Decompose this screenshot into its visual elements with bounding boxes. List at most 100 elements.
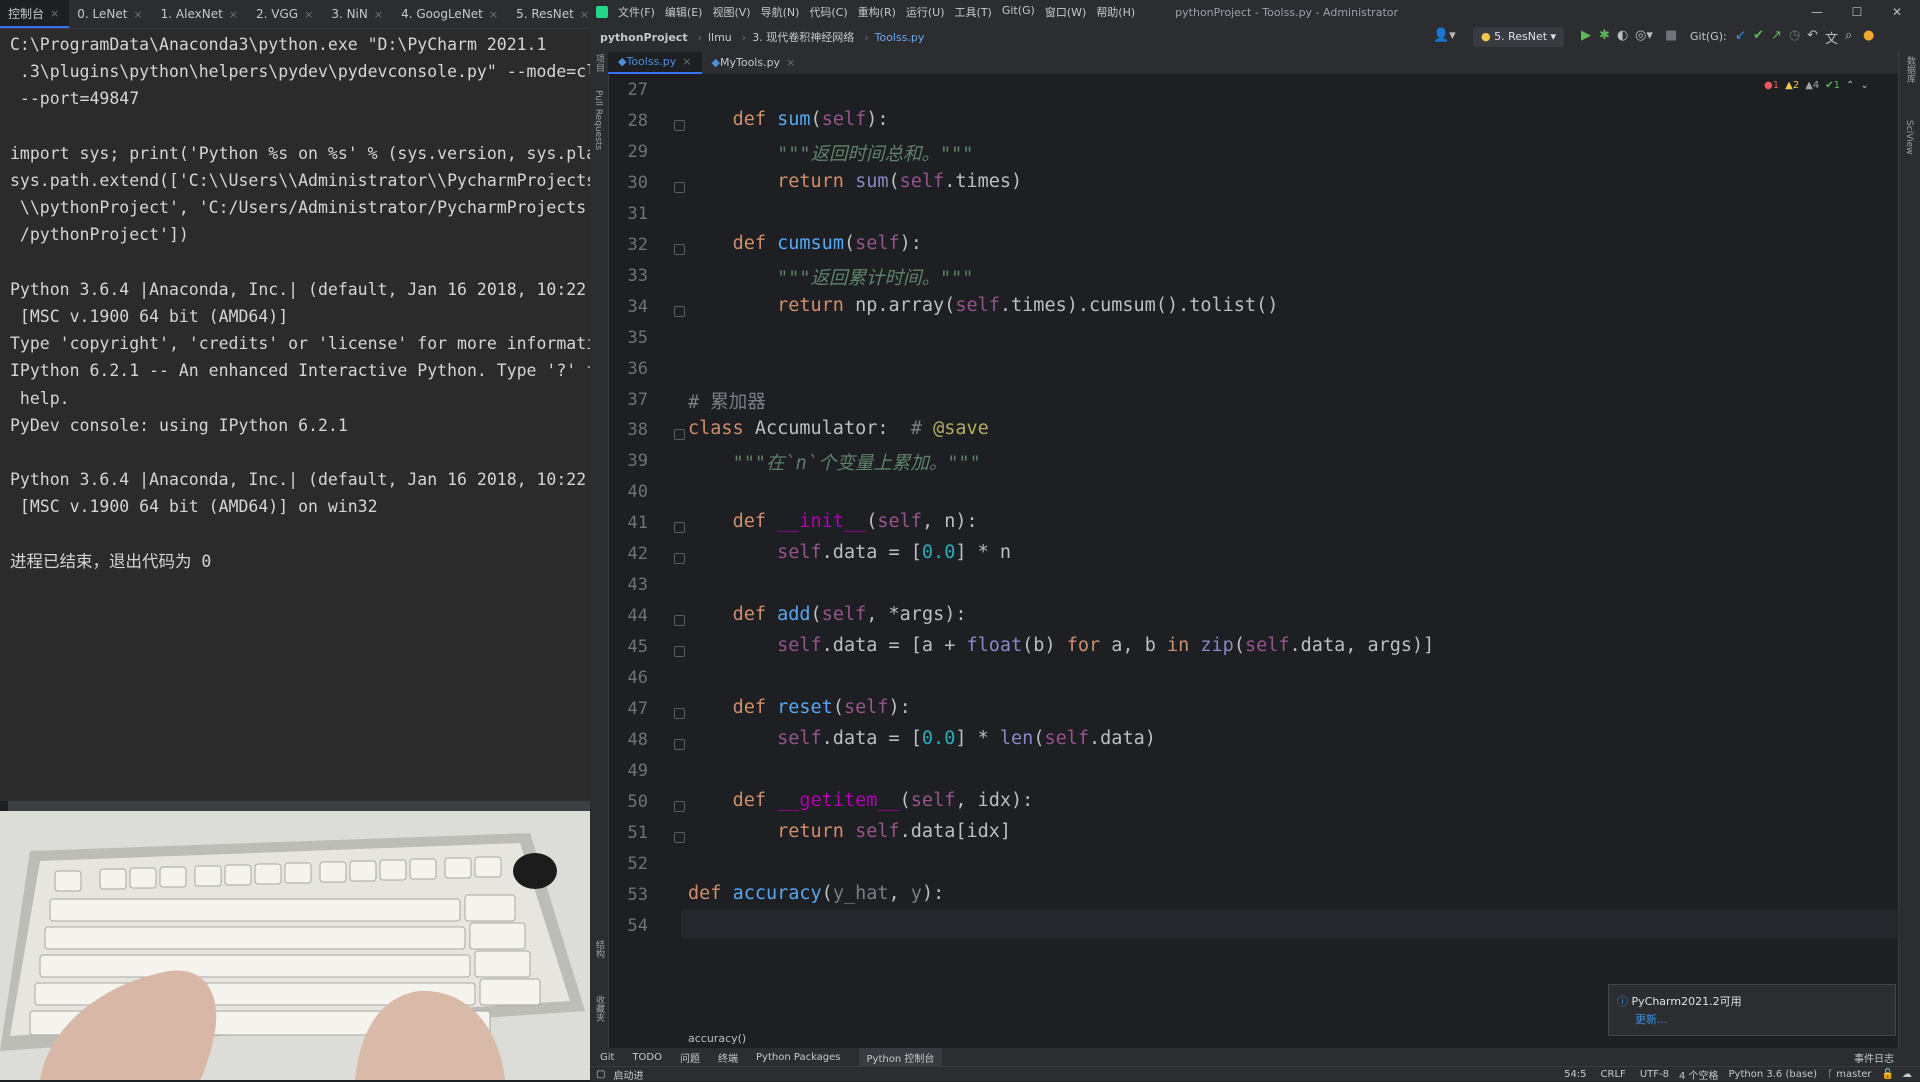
git-push-icon[interactable]: ↗ (1771, 28, 1782, 43)
fold-marker-icon[interactable] (674, 181, 685, 193)
menu-item[interactable]: 视图(V) (712, 4, 750, 20)
menu-item[interactable]: 帮助(H) (1096, 4, 1135, 20)
favorites-tool-label[interactable]: 收藏夹 (593, 995, 606, 1022)
code-line[interactable]: return np.array(self.times).cumsum().tol… (688, 295, 1278, 316)
breadcrumb-item[interactable]: Toolss.py (875, 31, 925, 44)
code-line[interactable]: class Accumulator: # @save (688, 418, 989, 439)
console-tab[interactable]: 4. GoogLeNet × (393, 0, 508, 28)
menu-item[interactable]: 代码(C) (809, 4, 847, 20)
line-separator[interactable]: CRLF (1601, 1069, 1626, 1080)
code-line[interactable]: def __getitem__(self, idx): (688, 790, 1034, 811)
fold-marker-icon[interactable] (674, 429, 685, 441)
fold-marker-icon[interactable] (674, 831, 685, 843)
fold-marker-icon[interactable] (674, 243, 685, 255)
project-tool-label[interactable]: 项目 (593, 54, 606, 72)
fold-marker-icon[interactable] (674, 708, 685, 719)
tool-window-tab[interactable]: 问题 (680, 1050, 700, 1065)
fold-marker-icon[interactable] (674, 738, 685, 750)
chevron-up-icon[interactable]: ⌃ (1846, 80, 1854, 91)
menu-item[interactable]: 窗口(W) (1045, 4, 1086, 20)
code-line[interactable]: def reset(self): (688, 697, 911, 718)
breadcrumb-item[interactable]: 3. 现代卷积神经网络 (752, 29, 854, 45)
code-line[interactable]: """在`n`个变量上累加。""" (688, 449, 981, 475)
code-line[interactable]: def sum(self): (688, 109, 889, 130)
code-line[interactable]: """返回累计时间。""" (688, 264, 973, 290)
code-line[interactable]: return sum(self.times) (688, 171, 1022, 192)
breadcrumb-item[interactable]: llmu (708, 31, 732, 44)
console-tab[interactable]: 3. NiN × (323, 0, 393, 28)
sciview-tool-label[interactable]: SciView (1904, 120, 1914, 155)
breadcrumb-item[interactable]: pythonProject (600, 31, 688, 44)
code-line[interactable] (688, 914, 733, 935)
menu-item[interactable]: 运行(U) (906, 4, 945, 20)
git-commit-icon[interactable]: ✔ (1753, 28, 1764, 43)
code-line[interactable]: # 累加器 (688, 388, 766, 414)
debug-icon[interactable]: ✱ (1599, 28, 1610, 43)
menu-item[interactable]: 工具(T) (955, 4, 992, 20)
translate-icon[interactable]: 文 (1825, 28, 1838, 47)
close-tab-icon[interactable]: × (229, 8, 238, 21)
cursor-position[interactable]: 54:5 (1564, 1069, 1586, 1080)
code-line[interactable]: def add(self, *args): (688, 604, 967, 625)
pull-requests-tool-label[interactable]: Pull Requests (593, 90, 603, 150)
console-tab[interactable]: 0. LeNet × (69, 0, 152, 28)
menu-item[interactable]: Git(G) (1002, 4, 1035, 20)
code-line[interactable]: self.data = [a + float(b) for a, b in zi… (688, 635, 1434, 656)
fold-marker-icon[interactable] (674, 305, 685, 317)
editor-tab[interactable]: ◆ MyTools.py × (702, 52, 806, 74)
profile-icon[interactable]: ◎▾ (1635, 28, 1653, 43)
code-line[interactable]: def accuracy(y_hat, y): (688, 883, 944, 904)
menu-item[interactable]: 导航(N) (761, 4, 800, 20)
maximize-button[interactable]: ☐ (1837, 0, 1877, 24)
close-tab-icon[interactable]: × (133, 8, 142, 21)
update-notification[interactable]: ⓘ PyCharm2021.2可用 更新... (1608, 984, 1896, 1036)
tool-window-tab[interactable]: Python 控制台 (858, 1047, 943, 1067)
fold-marker-icon[interactable] (674, 522, 685, 534)
structure-tool-label[interactable]: 结构 (593, 940, 606, 958)
update-link[interactable]: 更新... (1635, 1011, 1895, 1027)
close-tab-icon[interactable]: × (374, 8, 383, 21)
code-line[interactable]: return self.data[idx] (688, 821, 1011, 842)
python-console-output[interactable]: C:\ProgramData\Anaconda3\python.exe "D:\… (0, 29, 590, 801)
close-tab-icon[interactable]: × (580, 8, 589, 21)
console-horizontal-scrollbar[interactable] (8, 801, 590, 811)
console-tab[interactable]: 控制台 × (0, 0, 70, 28)
git-branch[interactable]: ᚴ master (1827, 1069, 1871, 1080)
fold-marker-icon[interactable] (674, 553, 685, 565)
status-icon[interactable]: ▢ (596, 1069, 605, 1080)
code-line[interactable]: self.data = [0.0] * len(self.data) (688, 728, 1156, 749)
menu-item[interactable]: 重构(R) (858, 4, 896, 20)
fold-marker-icon[interactable] (674, 646, 685, 658)
update-available-icon[interactable]: ● (1863, 28, 1874, 43)
rollback-icon[interactable]: ↶ (1807, 28, 1818, 43)
minimize-button[interactable]: — (1797, 0, 1837, 24)
user-icon[interactable]: 👤▾ (1433, 28, 1456, 43)
editor-tab[interactable]: ◆ Toolss.py × (608, 52, 702, 74)
menu-item[interactable]: 编辑(E) (665, 4, 703, 20)
indent-setting[interactable]: 4 个空格 (1679, 1067, 1719, 1082)
lock-icon[interactable]: 🔓 (1882, 1069, 1894, 1080)
close-tab-icon[interactable]: × (786, 52, 795, 74)
run-icon[interactable]: ▶ (1581, 28, 1591, 43)
notifications-icon[interactable]: ☁ (1902, 1069, 1912, 1080)
console-tab[interactable]: 5. ResNet × (508, 0, 599, 28)
stop-icon[interactable]: ■ (1665, 28, 1677, 43)
coverage-icon[interactable]: ◐ (1617, 28, 1628, 43)
close-tab-icon[interactable]: × (489, 8, 498, 21)
event-log-button[interactable]: 事件日志 (1854, 1050, 1894, 1065)
close-tab-icon[interactable]: × (50, 7, 59, 20)
file-encoding[interactable]: UTF-8 (1640, 1069, 1669, 1080)
menu-item[interactable]: 文件(F) (618, 4, 655, 20)
git-history-icon[interactable]: ◷ (1789, 28, 1800, 43)
code-line[interactable]: """返回时间总和。""" (688, 140, 973, 166)
tool-window-tab[interactable]: Git (600, 1052, 614, 1063)
code-line[interactable]: def __init__(self, n): (688, 511, 978, 532)
close-window-button[interactable]: ✕ (1877, 0, 1917, 24)
inspection-widget[interactable]: ●1 ▲2 ▲4 ✔1 ⌃ ⌄ (1764, 80, 1869, 91)
code-line[interactable]: self.data = [0.0] * n (688, 542, 1011, 563)
chevron-down-icon[interactable]: ⌄ (1860, 80, 1868, 91)
close-tab-icon[interactable]: × (304, 8, 313, 21)
tool-window-tab[interactable]: Python Packages (756, 1052, 841, 1063)
code-line[interactable]: def cumsum(self): (688, 233, 922, 254)
fold-marker-icon[interactable] (674, 800, 685, 812)
